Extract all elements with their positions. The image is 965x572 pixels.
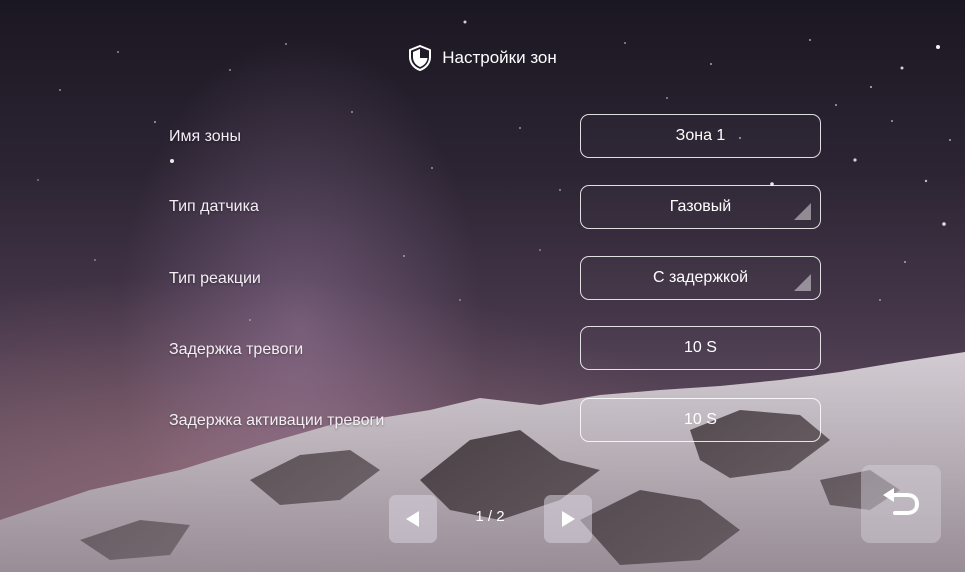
sensor-type-label: Тип датчика: [169, 198, 259, 215]
alarm-activation-delay-field[interactable]: 10 S: [580, 398, 821, 442]
dropdown-corner-icon: [794, 274, 811, 291]
dropdown-corner-icon: [794, 203, 811, 220]
shield-icon: [409, 45, 432, 71]
alarm-activation-delay-label: Задержка активации тревоги: [169, 412, 385, 429]
arrow-left-icon: [406, 511, 419, 527]
alarm-activation-delay-value: 10 S: [684, 411, 717, 428]
sensor-type-value: Газовый: [669, 198, 732, 215]
screen: Настройки зон Имя зоны Зона 1 Тип датчик…: [0, 0, 965, 572]
arrow-right-icon: [562, 511, 575, 527]
page-indicator: 1 / 2: [475, 508, 505, 525]
zone-name-label: Имя зоны: [169, 128, 241, 145]
header: Настройки зон: [0, 38, 965, 78]
next-page-button[interactable]: [544, 495, 592, 543]
zone-name-value: Зона 1: [675, 127, 726, 144]
alarm-delay-field[interactable]: 10 S: [580, 326, 821, 370]
reaction-type-dropdown[interactable]: С задержкой: [580, 256, 821, 300]
alarm-delay-value: 10 S: [684, 339, 717, 356]
reaction-type-label: Тип реакции: [169, 270, 261, 287]
sensor-type-dropdown[interactable]: Газовый: [580, 185, 821, 229]
reaction-type-value: С задержкой: [652, 269, 749, 286]
zone-name-field[interactable]: Зона 1: [580, 114, 821, 158]
prev-page-button[interactable]: [389, 495, 437, 543]
back-button[interactable]: [861, 465, 941, 543]
alarm-delay-label: Задержка тревоги: [169, 341, 304, 358]
page-title: Настройки зон: [442, 48, 557, 67]
back-arrow-icon: [883, 488, 920, 515]
